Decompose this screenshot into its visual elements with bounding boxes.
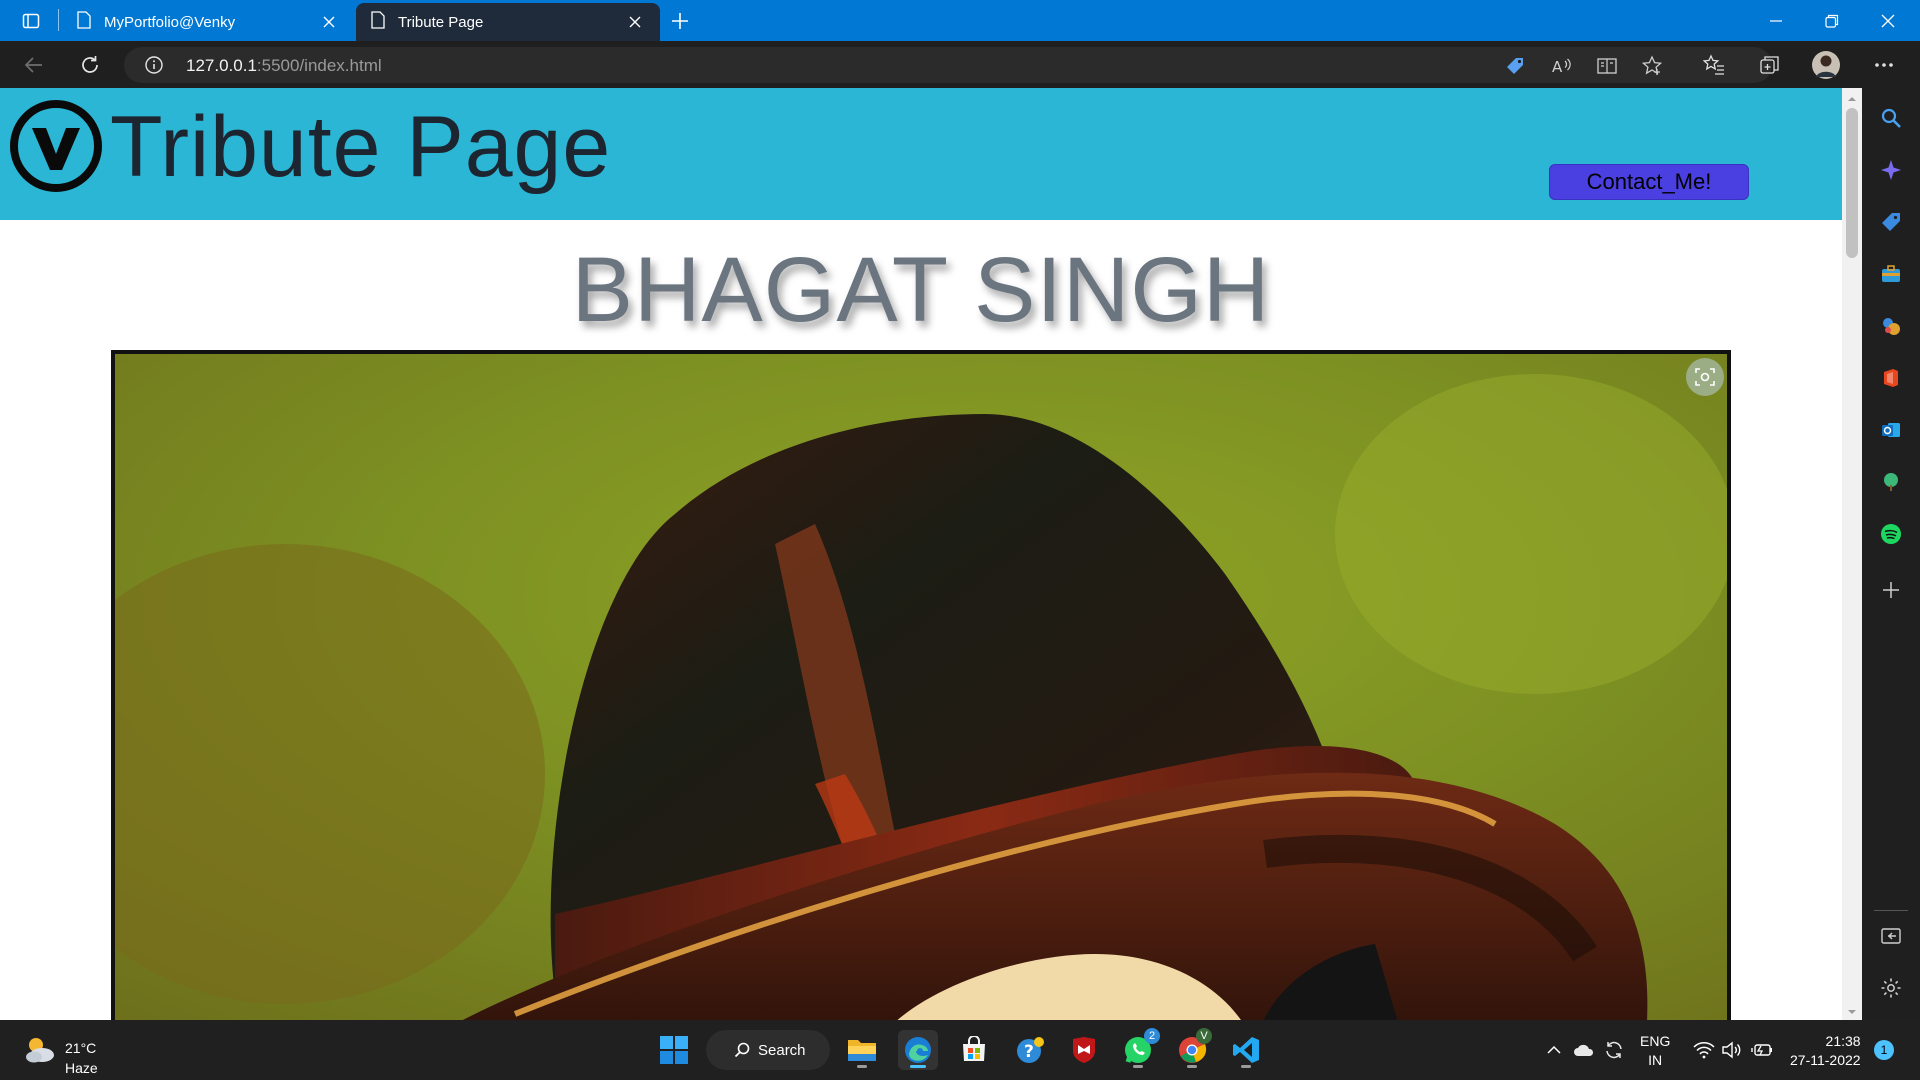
immersive-reader-icon[interactable] [1596, 55, 1618, 77]
notification-badge[interactable]: 1 [1874, 1040, 1894, 1060]
page-icon [370, 11, 386, 33]
tab-myportfolio[interactable]: MyPortfolio@Venky [62, 3, 354, 41]
office-icon[interactable] [1879, 366, 1903, 390]
coupon-tag-icon[interactable] [1504, 55, 1526, 77]
microsoft-store-icon[interactable] [954, 1030, 994, 1070]
chevron-up-icon[interactable] [1542, 1038, 1566, 1062]
site-info-icon[interactable] [144, 55, 164, 75]
bhagat-singh-portrait [111, 350, 1731, 1020]
outlook-icon[interactable] [1879, 418, 1903, 442]
back-button[interactable] [16, 47, 52, 83]
favorites-icon[interactable] [1696, 47, 1732, 83]
battery-icon[interactable] [1750, 1038, 1774, 1062]
games-icon[interactable] [1879, 314, 1903, 338]
site-header: Tribute Page Contact_Me! [0, 88, 1842, 220]
restore-button[interactable] [1812, 0, 1852, 41]
sync-icon[interactable] [1602, 1038, 1626, 1062]
add-icon[interactable] [1879, 578, 1903, 602]
whatsapp-badge: 2 [1144, 1028, 1160, 1044]
more-options-icon[interactable] [1866, 47, 1902, 83]
vscode-icon[interactable] [1226, 1030, 1266, 1070]
new-tab-button[interactable] [664, 0, 696, 41]
clock-date: 27-11-2022 [1790, 1052, 1861, 1068]
weather-haze-icon [26, 1038, 54, 1063]
edge-browser-icon[interactable] [898, 1030, 938, 1070]
windows-start-icon[interactable] [654, 1030, 694, 1070]
visual-search-icon[interactable] [1686, 358, 1724, 396]
add-favorite-icon[interactable] [1641, 55, 1663, 77]
region-code: IN [1648, 1052, 1663, 1068]
wifi-icon[interactable] [1692, 1038, 1716, 1062]
whatsapp-icon[interactable]: 2 [1118, 1028, 1160, 1070]
tab-actions-icon[interactable] [14, 0, 48, 41]
close-icon[interactable] [624, 11, 646, 33]
search-icon[interactable] [1879, 106, 1903, 130]
contact-me-button[interactable]: Contact_Me! [1549, 164, 1749, 200]
running-indicator [1187, 1065, 1197, 1068]
spotify-icon[interactable] [1879, 522, 1903, 546]
window-close-button[interactable] [1868, 0, 1908, 41]
weather-temperature: 21°C [65, 1040, 97, 1056]
page-icon [76, 11, 92, 33]
browser-toolbar: 127.0.0.1:5500/index.html A [0, 41, 1920, 88]
chrome-profile-icon: V [1196, 1028, 1212, 1044]
system-clock[interactable]: 21:38 27-11-2022 [1790, 1032, 1861, 1070]
url-text[interactable]: 127.0.0.1:5500/index.html [186, 56, 382, 76]
active-indicator [910, 1065, 926, 1068]
volume-icon[interactable] [1720, 1038, 1744, 1062]
page-heading: BHAGAT SINGH [571, 239, 1271, 341]
svg-text:?: ? [1024, 1042, 1034, 1062]
page-scrollbar[interactable] [1842, 88, 1862, 1020]
edge-sidebar [1862, 88, 1920, 1020]
chrome-icon[interactable]: V [1172, 1028, 1212, 1070]
get-help-icon[interactable]: ? [1010, 1030, 1050, 1070]
search-label: Search [758, 1041, 806, 1059]
onedrive-cloud-icon[interactable] [1572, 1038, 1596, 1062]
taskbar-search-button[interactable]: Search [706, 1030, 830, 1070]
sidebar-divider [1874, 910, 1908, 911]
refresh-button[interactable] [72, 47, 108, 83]
url-host: 127.0.0.1 [186, 56, 257, 75]
venky-logo[interactable] [10, 98, 102, 194]
mcafee-icon[interactable] [1064, 1030, 1104, 1070]
running-indicator [1241, 1065, 1251, 1068]
running-indicator [1133, 1065, 1143, 1068]
collections-icon[interactable] [1752, 47, 1788, 83]
site-title: Tribute Page [110, 99, 612, 195]
url-path: :5500/index.html [256, 56, 382, 75]
browser-title-bar: MyPortfolio@Venky Tribute Page [0, 0, 1920, 41]
address-bar[interactable]: 127.0.0.1:5500/index.html A [124, 47, 1772, 83]
weather-condition: Haze [65, 1060, 98, 1076]
scrollbar-thumb[interactable] [1846, 108, 1858, 258]
weather-widget[interactable]: 21°C Haze [20, 1028, 110, 1076]
search-icon [734, 1042, 750, 1058]
language-code: ENG [1640, 1033, 1671, 1049]
tab-label: Tribute Page [398, 13, 484, 31]
profile-avatar[interactable] [1808, 47, 1844, 83]
close-icon[interactable] [318, 11, 340, 33]
copilot-sparkle-icon[interactable] [1879, 158, 1903, 182]
minimize-button[interactable] [1756, 0, 1796, 41]
shopping-tag-icon[interactable] [1879, 210, 1903, 234]
language-indicator[interactable]: ENG IN [1640, 1032, 1670, 1070]
tab-separator [58, 9, 59, 31]
settings-gear-icon[interactable] [1879, 976, 1903, 1000]
tab-label: MyPortfolio@Venky [104, 13, 236, 31]
file-explorer-icon[interactable] [842, 1030, 882, 1070]
windows-taskbar: 21°C Haze Search ? 2 V ENG IN 21:38 27-1… [0, 1020, 1920, 1080]
page-viewport: Tribute Page Contact_Me! BHAGAT SINGH [0, 88, 1842, 1020]
running-indicator [857, 1065, 867, 1068]
scroll-down-arrow-icon[interactable] [1846, 1003, 1858, 1015]
clock-time: 21:38 [1825, 1033, 1861, 1049]
tab-tribute-page[interactable]: Tribute Page [356, 3, 660, 41]
svg-text:A: A [1552, 58, 1563, 76]
read-aloud-icon[interactable]: A [1550, 55, 1572, 77]
tools-briefcase-icon[interactable] [1879, 262, 1903, 286]
hide-sidebar-icon[interactable] [1879, 924, 1903, 948]
tree-icon[interactable] [1879, 470, 1903, 494]
scroll-up-arrow-icon[interactable] [1846, 90, 1858, 102]
